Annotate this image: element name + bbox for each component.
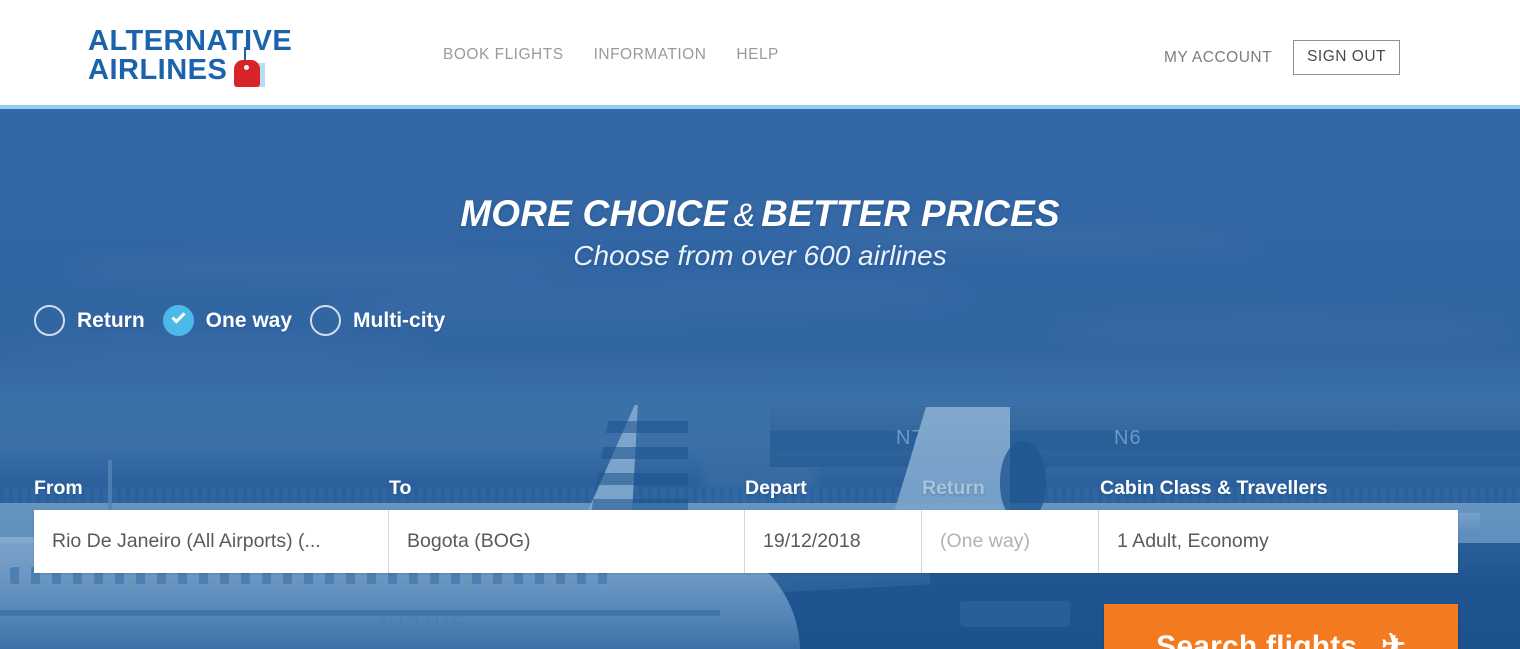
radio-one-way-icon[interactable] xyxy=(162,305,194,336)
label-cabin: Cabin Class & Travellers xyxy=(1100,477,1328,499)
trip-type-one-way-label: One way xyxy=(205,308,293,332)
label-depart: Depart xyxy=(745,477,807,499)
nav-help[interactable]: HELP xyxy=(736,46,779,64)
label-from: From xyxy=(34,477,83,499)
headline-part-2: BETTER PRICES xyxy=(761,193,1060,234)
flight-search-form: Rio De Janeiro (All Airports) (... Bogot… xyxy=(34,510,1458,573)
checkmark-icon xyxy=(171,309,186,324)
from-input[interactable]: Rio De Janeiro (All Airports) (... xyxy=(34,510,389,573)
logo-text-line-2: AIRLINES xyxy=(88,54,228,86)
hero-subheadline: Choose from over 600 airlines xyxy=(573,240,947,271)
trip-type-group: Return One way Multi-city xyxy=(34,305,463,336)
site-logo[interactable]: ALTERNATIVE AIRLINES xyxy=(88,27,318,87)
hero-section: N7 N6 N124US MORE CHOICE & BETTER PRICES C… xyxy=(0,105,1520,649)
label-to: To xyxy=(389,477,412,499)
trip-type-return-label: Return xyxy=(77,308,145,332)
label-return: Return xyxy=(922,477,985,499)
search-flights-button[interactable]: Search flights ✈ xyxy=(1104,604,1458,649)
to-input[interactable]: Bogota (BOG) xyxy=(389,510,745,573)
cabin-travellers-input[interactable]: 1 Adult, Economy xyxy=(1099,510,1458,573)
tag-hole xyxy=(244,65,249,70)
headline-part-1: MORE CHOICE xyxy=(460,193,728,234)
site-header: ALTERNATIVE AIRLINES BOOK FLIGHTS INFORM… xyxy=(0,0,1520,105)
nav-information[interactable]: INFORMATION xyxy=(594,46,707,64)
trip-type-multi-city-label: Multi-city xyxy=(353,308,446,332)
hero-headline: MORE CHOICE & BETTER PRICES xyxy=(0,193,1520,235)
depart-date-input[interactable]: 19/12/2018 xyxy=(745,510,922,573)
tag-body xyxy=(234,60,260,87)
trip-type-return[interactable]: Return xyxy=(34,305,145,336)
headline-ampersand: & xyxy=(733,197,756,233)
sign-out-button[interactable]: SIGN OUT xyxy=(1293,40,1400,75)
price-tag-icon xyxy=(232,47,265,87)
search-field-labels: From To Depart Return Cabin Class & Trav… xyxy=(0,477,1520,503)
hero-content: MORE CHOICE & BETTER PRICES Choose from ov… xyxy=(0,105,1520,649)
my-account-link[interactable]: MY ACCOUNT xyxy=(1164,49,1272,67)
search-flights-label: Search flights xyxy=(1156,629,1358,649)
return-date-input[interactable]: (One way) xyxy=(922,510,1099,573)
trip-type-multi-city[interactable]: Multi-city xyxy=(310,305,445,336)
header-divider xyxy=(0,105,1520,109)
header-account-area: MY ACCOUNT SIGN OUT xyxy=(1164,40,1400,75)
trip-type-one-way[interactable]: One way xyxy=(162,305,293,336)
airplane-icon: ✈ xyxy=(1381,629,1406,649)
radio-return-icon[interactable] xyxy=(34,305,65,336)
main-navigation: BOOK FLIGHTS INFORMATION HELP xyxy=(443,46,779,64)
nav-book-flights[interactable]: BOOK FLIGHTS xyxy=(443,46,564,64)
radio-multi-city-icon[interactable] xyxy=(310,305,342,336)
flight-search-page: ALTERNATIVE AIRLINES BOOK FLIGHTS INFORM… xyxy=(0,0,1520,649)
